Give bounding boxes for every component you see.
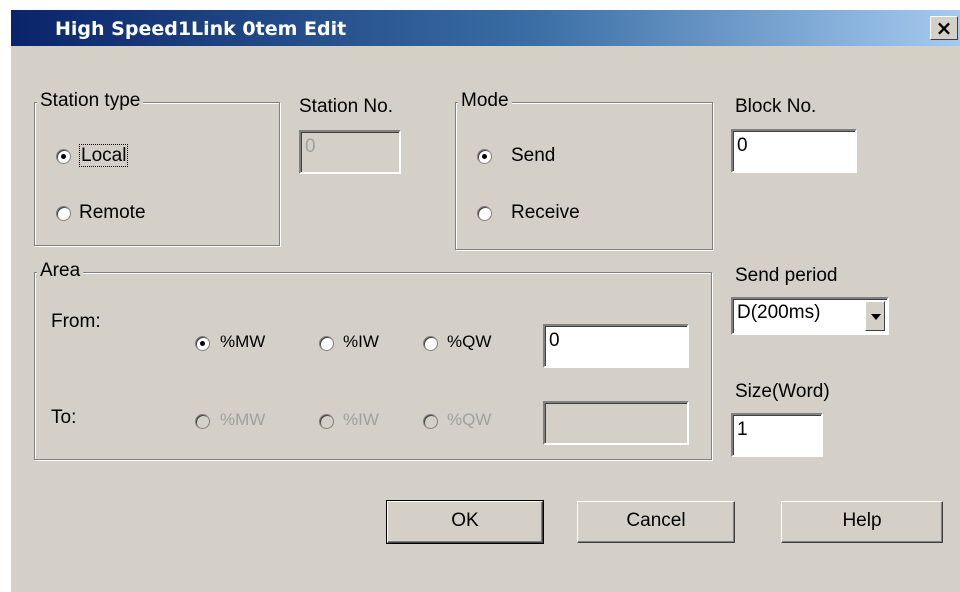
mode-group: Mode Send Receive	[455, 90, 713, 250]
station-no-label: Station No.	[299, 96, 393, 117]
to-label: To:	[51, 407, 77, 428]
radio-to-mw[interactable]	[195, 414, 210, 429]
station-type-group: Station type Local Remote	[34, 90, 280, 246]
radio-to-iw-label[interactable]: %IW	[343, 410, 379, 430]
radio-local-label[interactable]: Local	[79, 144, 129, 167]
radio-from-qw-label[interactable]: %QW	[447, 332, 491, 352]
radio-to-mw-label[interactable]: %MW	[220, 410, 265, 430]
dropdown-button[interactable]	[865, 301, 885, 331]
radio-dot	[200, 341, 205, 346]
close-button[interactable]: ×	[930, 16, 958, 40]
chevron-down-icon	[871, 314, 881, 320]
size-word-label: Size(Word)	[735, 381, 830, 402]
to-address-input[interactable]	[543, 401, 689, 445]
help-button[interactable]: Help	[781, 501, 943, 543]
radio-receive[interactable]	[477, 206, 492, 221]
radio-dot	[482, 154, 487, 159]
title-bar[interactable]: High Speed1Link 0tem Edit ×	[11, 10, 960, 46]
window-title: High Speed1Link 0tem Edit	[55, 18, 347, 40]
send-period-value: D(200ms)	[737, 302, 821, 323]
station-no-input[interactable]: 0	[299, 130, 401, 174]
dialog-window: High Speed1Link 0tem Edit × Station type…	[10, 9, 960, 592]
block-no-label: Block No.	[735, 96, 817, 117]
radio-send-label[interactable]: Send	[511, 145, 555, 167]
radio-receive-label[interactable]: Receive	[511, 202, 580, 224]
from-label: From:	[51, 311, 101, 332]
size-word-input[interactable]: 1	[731, 413, 823, 457]
radio-from-iw-label[interactable]: %IW	[343, 332, 379, 352]
from-address-input[interactable]: 0	[543, 324, 689, 368]
cancel-button[interactable]: Cancel	[577, 501, 735, 543]
ok-button[interactable]: OK	[386, 500, 544, 544]
radio-to-qw[interactable]	[423, 414, 438, 429]
radio-to-iw[interactable]	[319, 414, 334, 429]
radio-remote[interactable]	[56, 206, 71, 221]
radio-from-mw[interactable]	[195, 336, 210, 351]
radio-local[interactable]	[56, 149, 71, 164]
area-group: Area From: %MW %IW %QW 0 To: %MW %IW %QW	[34, 260, 712, 460]
close-icon: ×	[935, 16, 953, 40]
radio-from-mw-label[interactable]: %MW	[220, 332, 265, 352]
send-period-select[interactable]: D(200ms)	[731, 297, 889, 335]
radio-dot	[61, 154, 66, 159]
mode-label: Mode	[458, 90, 512, 112]
radio-send[interactable]	[477, 149, 492, 164]
radio-from-qw[interactable]	[423, 336, 438, 351]
area-label: Area	[37, 260, 84, 282]
block-no-input[interactable]: 0	[731, 129, 857, 173]
radio-from-iw[interactable]	[319, 336, 334, 351]
radio-remote-label[interactable]: Remote	[79, 202, 146, 224]
radio-to-qw-label[interactable]: %QW	[447, 410, 491, 430]
station-type-label: Station type	[37, 90, 144, 112]
send-period-label: Send period	[735, 265, 838, 286]
